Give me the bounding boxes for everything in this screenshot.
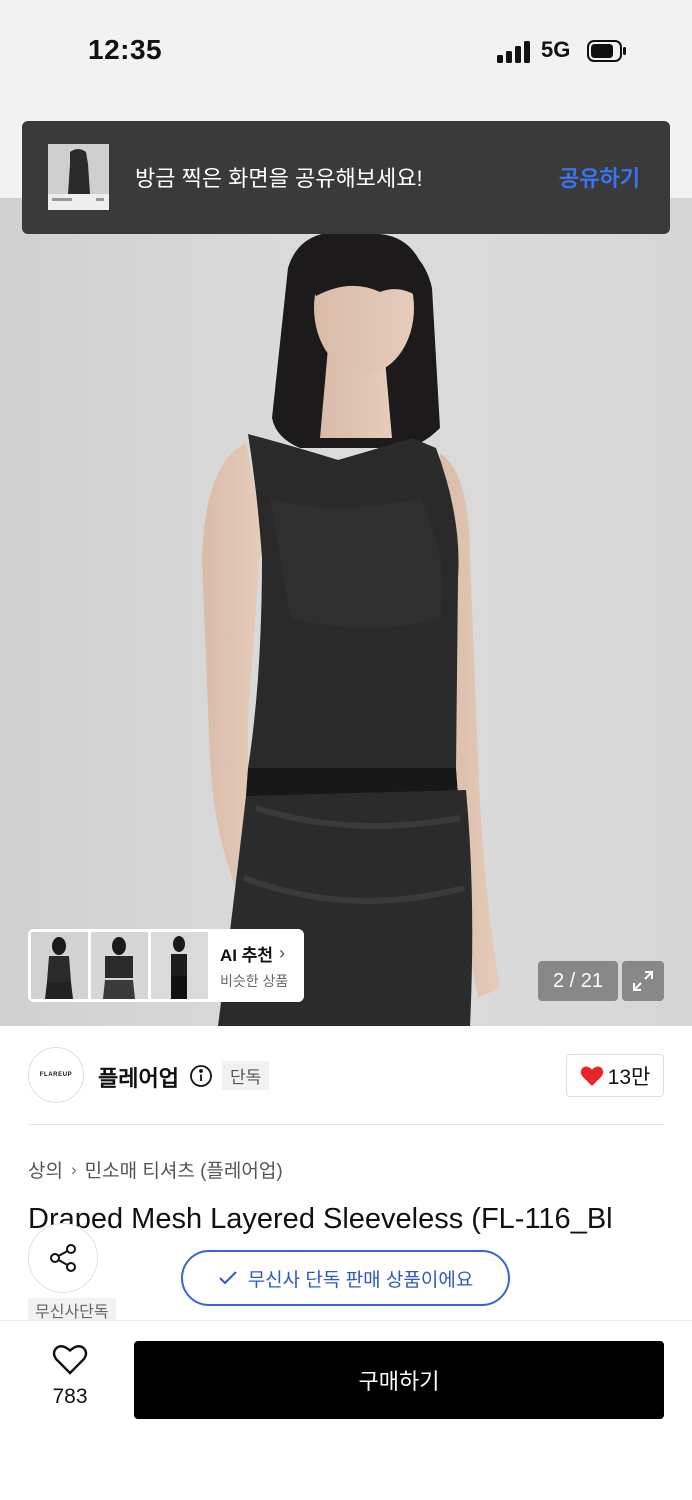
ai-subtitle: 비슷한 상품	[220, 972, 289, 989]
info-icon[interactable]	[189, 1064, 213, 1088]
heart-filled-icon	[580, 1066, 603, 1086]
ai-recommendation-text: AI 추천 › 비슷한 상품	[220, 941, 288, 991]
expand-icon	[633, 971, 653, 991]
wishlist-count: 783	[52, 1385, 88, 1408]
toast-message: 방금 찍은 화면을 공유해보세요!	[135, 166, 423, 191]
clock: 12:35	[88, 34, 163, 65]
product-image-gallery[interactable]	[0, 198, 692, 1026]
ai-recommendation-card[interactable]: AI 추천 › 비슷한 상품	[28, 929, 304, 1002]
divider	[28, 1124, 664, 1125]
signal-icon	[497, 41, 530, 63]
recommendation-thumbnail[interactable]	[91, 932, 148, 999]
chevron-right-icon: ›	[279, 942, 286, 963]
expand-button[interactable]	[622, 961, 664, 1001]
exclusive-sale-notice: 무신사 단독 판매 상품이에요	[181, 1250, 510, 1306]
chevron-right-icon: ›	[70, 1159, 77, 1179]
breadcrumb: 상의 › 민소매 티셔츠 (플레어업)	[28, 1156, 283, 1183]
screenshot-thumbnail	[48, 144, 109, 210]
brand-like-button[interactable]: 13만	[566, 1054, 664, 1097]
image-page-indicator: 2 / 21	[538, 961, 618, 1001]
ai-title: AI 추천	[220, 945, 274, 965]
recommendation-thumbnail[interactable]	[151, 932, 208, 999]
share-toast: 방금 찍은 화면을 공유해보세요! 공유하기	[22, 121, 670, 234]
breadcrumb-item[interactable]: 상의	[28, 1156, 63, 1183]
recommendation-thumbnail[interactable]	[31, 932, 88, 999]
share-icon	[50, 1244, 76, 1272]
exclusive-sale-text: 무신사 단독 판매 상품이에요	[247, 1269, 474, 1291]
exclusive-badge: 단독	[222, 1061, 270, 1090]
heart-outline-icon	[52, 1345, 88, 1375]
checkmark-icon	[218, 1271, 237, 1285]
network-label: 5G	[541, 37, 571, 62]
musinsa-exclusive-tag: 무신사단독	[28, 1298, 116, 1322]
buy-button[interactable]: 구매하기	[134, 1341, 664, 1419]
brand-like-count: 13만	[607, 1065, 651, 1089]
product-photo	[0, 198, 692, 1026]
battery-icon	[587, 40, 626, 62]
brand-logo[interactable]: FLAREUP	[28, 1047, 84, 1103]
brand-name[interactable]: 플레어업	[98, 1061, 179, 1093]
breadcrumb-item[interactable]: 민소매 티셔츠 (플레어업)	[85, 1156, 283, 1183]
share-now-button[interactable]: 공유하기	[559, 161, 640, 193]
wishlist-button[interactable]: 783	[40, 1344, 100, 1409]
share-button[interactable]	[28, 1223, 98, 1293]
product-title: Draped Mesh Layered Sleeveless (FL-116_B…	[28, 1203, 613, 1235]
